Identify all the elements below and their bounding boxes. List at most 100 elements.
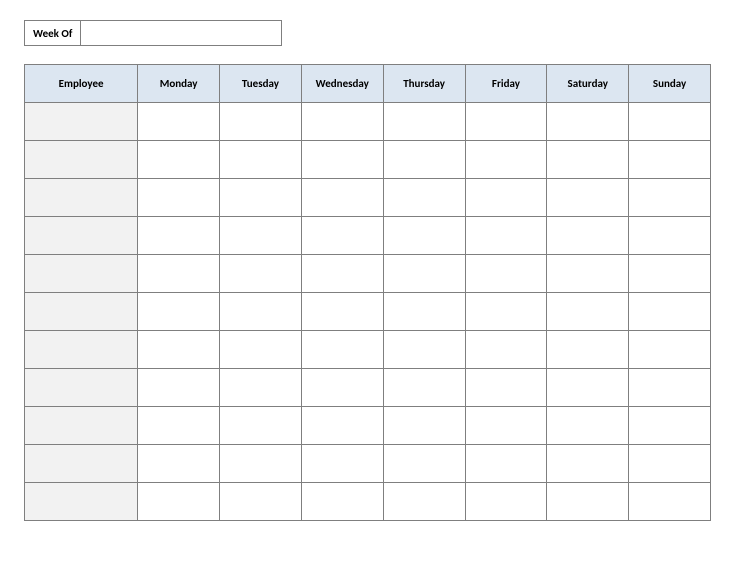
- day-cell[interactable]: [629, 331, 711, 369]
- day-cell[interactable]: [138, 369, 220, 407]
- day-cell[interactable]: [383, 483, 465, 521]
- day-cell[interactable]: [383, 141, 465, 179]
- day-cell[interactable]: [465, 293, 547, 331]
- employee-cell[interactable]: [25, 217, 138, 255]
- day-cell[interactable]: [301, 445, 383, 483]
- day-cell[interactable]: [629, 483, 711, 521]
- day-cell[interactable]: [383, 293, 465, 331]
- schedule-table: Employee Monday Tuesday Wednesday Thursd…: [24, 64, 711, 521]
- table-row: [25, 293, 711, 331]
- day-cell[interactable]: [220, 407, 302, 445]
- day-cell[interactable]: [138, 293, 220, 331]
- employee-cell[interactable]: [25, 293, 138, 331]
- day-cell[interactable]: [301, 103, 383, 141]
- day-cell[interactable]: [220, 331, 302, 369]
- table-row: [25, 141, 711, 179]
- day-cell[interactable]: [220, 141, 302, 179]
- day-cell[interactable]: [547, 445, 629, 483]
- day-cell[interactable]: [629, 445, 711, 483]
- day-cell[interactable]: [465, 407, 547, 445]
- employee-cell[interactable]: [25, 445, 138, 483]
- day-cell[interactable]: [301, 293, 383, 331]
- table-row: [25, 483, 711, 521]
- day-cell[interactable]: [220, 217, 302, 255]
- day-cell[interactable]: [138, 103, 220, 141]
- header-friday: Friday: [465, 65, 547, 103]
- day-cell[interactable]: [301, 179, 383, 217]
- day-cell[interactable]: [220, 445, 302, 483]
- header-tuesday: Tuesday: [220, 65, 302, 103]
- day-cell[interactable]: [547, 141, 629, 179]
- header-saturday: Saturday: [547, 65, 629, 103]
- day-cell[interactable]: [220, 369, 302, 407]
- day-cell[interactable]: [465, 483, 547, 521]
- day-cell[interactable]: [629, 141, 711, 179]
- day-cell[interactable]: [383, 445, 465, 483]
- employee-cell[interactable]: [25, 141, 138, 179]
- day-cell[interactable]: [301, 483, 383, 521]
- day-cell[interactable]: [547, 217, 629, 255]
- day-cell[interactable]: [138, 407, 220, 445]
- day-cell[interactable]: [465, 331, 547, 369]
- week-of-value[interactable]: [81, 21, 281, 45]
- day-cell[interactable]: [301, 407, 383, 445]
- day-cell[interactable]: [138, 331, 220, 369]
- day-cell[interactable]: [383, 331, 465, 369]
- day-cell[interactable]: [220, 255, 302, 293]
- day-cell[interactable]: [629, 255, 711, 293]
- day-cell[interactable]: [138, 179, 220, 217]
- day-cell[interactable]: [138, 217, 220, 255]
- day-cell[interactable]: [547, 369, 629, 407]
- employee-cell[interactable]: [25, 255, 138, 293]
- day-cell[interactable]: [629, 369, 711, 407]
- day-cell[interactable]: [465, 369, 547, 407]
- employee-cell[interactable]: [25, 369, 138, 407]
- day-cell[interactable]: [301, 217, 383, 255]
- employee-cell[interactable]: [25, 483, 138, 521]
- day-cell[interactable]: [301, 141, 383, 179]
- day-cell[interactable]: [383, 179, 465, 217]
- day-cell[interactable]: [629, 179, 711, 217]
- day-cell[interactable]: [547, 255, 629, 293]
- day-cell[interactable]: [465, 141, 547, 179]
- day-cell[interactable]: [220, 179, 302, 217]
- table-row: [25, 255, 711, 293]
- employee-cell[interactable]: [25, 331, 138, 369]
- day-cell[interactable]: [138, 255, 220, 293]
- day-cell[interactable]: [465, 445, 547, 483]
- day-cell[interactable]: [220, 293, 302, 331]
- day-cell[interactable]: [301, 255, 383, 293]
- day-cell[interactable]: [547, 103, 629, 141]
- employee-cell[interactable]: [25, 407, 138, 445]
- day-cell[interactable]: [629, 103, 711, 141]
- day-cell[interactable]: [220, 103, 302, 141]
- day-cell[interactable]: [465, 179, 547, 217]
- header-wednesday: Wednesday: [301, 65, 383, 103]
- day-cell[interactable]: [383, 103, 465, 141]
- day-cell[interactable]: [301, 331, 383, 369]
- employee-cell[interactable]: [25, 179, 138, 217]
- day-cell[interactable]: [629, 407, 711, 445]
- day-cell[interactable]: [547, 483, 629, 521]
- day-cell[interactable]: [629, 217, 711, 255]
- day-cell[interactable]: [383, 255, 465, 293]
- day-cell[interactable]: [547, 331, 629, 369]
- day-cell[interactable]: [138, 141, 220, 179]
- day-cell[interactable]: [547, 293, 629, 331]
- day-cell[interactable]: [138, 445, 220, 483]
- day-cell[interactable]: [383, 369, 465, 407]
- day-cell[interactable]: [547, 179, 629, 217]
- day-cell[interactable]: [138, 483, 220, 521]
- day-cell[interactable]: [301, 369, 383, 407]
- table-row: [25, 407, 711, 445]
- day-cell[interactable]: [547, 407, 629, 445]
- header-thursday: Thursday: [383, 65, 465, 103]
- day-cell[interactable]: [383, 217, 465, 255]
- day-cell[interactable]: [383, 407, 465, 445]
- day-cell[interactable]: [465, 255, 547, 293]
- day-cell[interactable]: [629, 293, 711, 331]
- day-cell[interactable]: [465, 217, 547, 255]
- day-cell[interactable]: [220, 483, 302, 521]
- day-cell[interactable]: [465, 103, 547, 141]
- employee-cell[interactable]: [25, 103, 138, 141]
